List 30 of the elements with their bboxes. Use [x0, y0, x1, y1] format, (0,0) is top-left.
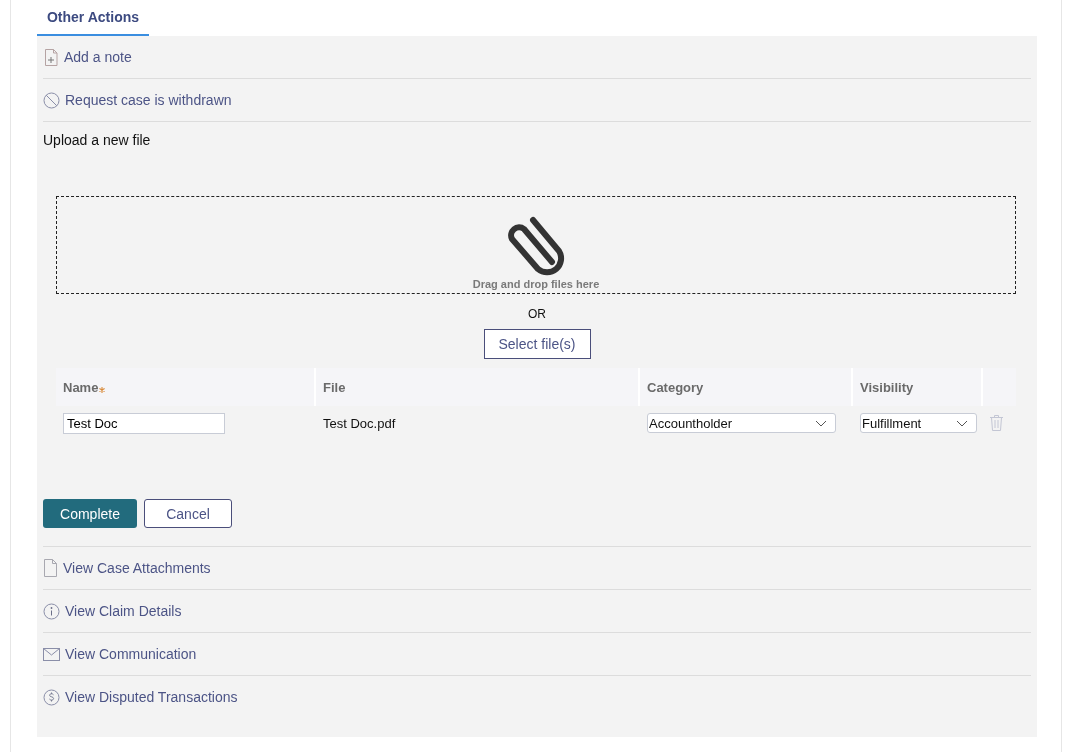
action-link[interactable]: Request case is withdrawn	[65, 92, 232, 108]
complete-button[interactable]: Complete	[43, 499, 137, 528]
cancel-button[interactable]: Cancel	[144, 499, 232, 528]
category-dropdown[interactable]: Accountholder	[647, 413, 836, 433]
column-header: Category	[647, 379, 704, 395]
column-header: Visibility	[860, 379, 914, 395]
section-title: Upload a new file	[43, 131, 152, 150]
chevron-down-icon	[815, 419, 827, 427]
action-link[interactable]: View Claim Details	[65, 603, 182, 619]
prohibited-icon	[43, 91, 60, 109]
document-icon	[43, 559, 58, 577]
drop-zone[interactable]: Drag and drop files here	[56, 196, 1016, 294]
dollar-icon	[43, 688, 60, 706]
column-header: Name	[63, 379, 106, 395]
action-link[interactable]: Add a note	[64, 49, 132, 65]
visibility-dropdown[interactable]: Fulfillment	[860, 413, 977, 433]
select-files-button[interactable]: Select file(s)	[483, 329, 591, 359]
trash-icon[interactable]	[990, 415, 1003, 431]
name-field[interactable]: Test Doc	[63, 412, 225, 434]
or-label: OR	[527, 307, 547, 321]
table-cell: Test Doc.pdf	[323, 415, 396, 431]
column-header: File	[323, 379, 346, 395]
chevron-down-icon	[956, 419, 968, 427]
action-link[interactable]: View Case Attachments	[63, 560, 211, 576]
note-add-icon	[43, 48, 59, 66]
drop-hint: Drag and drop files here	[472, 278, 600, 290]
action-link[interactable]: View Communication	[65, 646, 197, 662]
action-link[interactable]: View Disputed Transactions	[65, 689, 238, 705]
info-icon	[43, 602, 60, 620]
mail-icon	[43, 647, 60, 661]
